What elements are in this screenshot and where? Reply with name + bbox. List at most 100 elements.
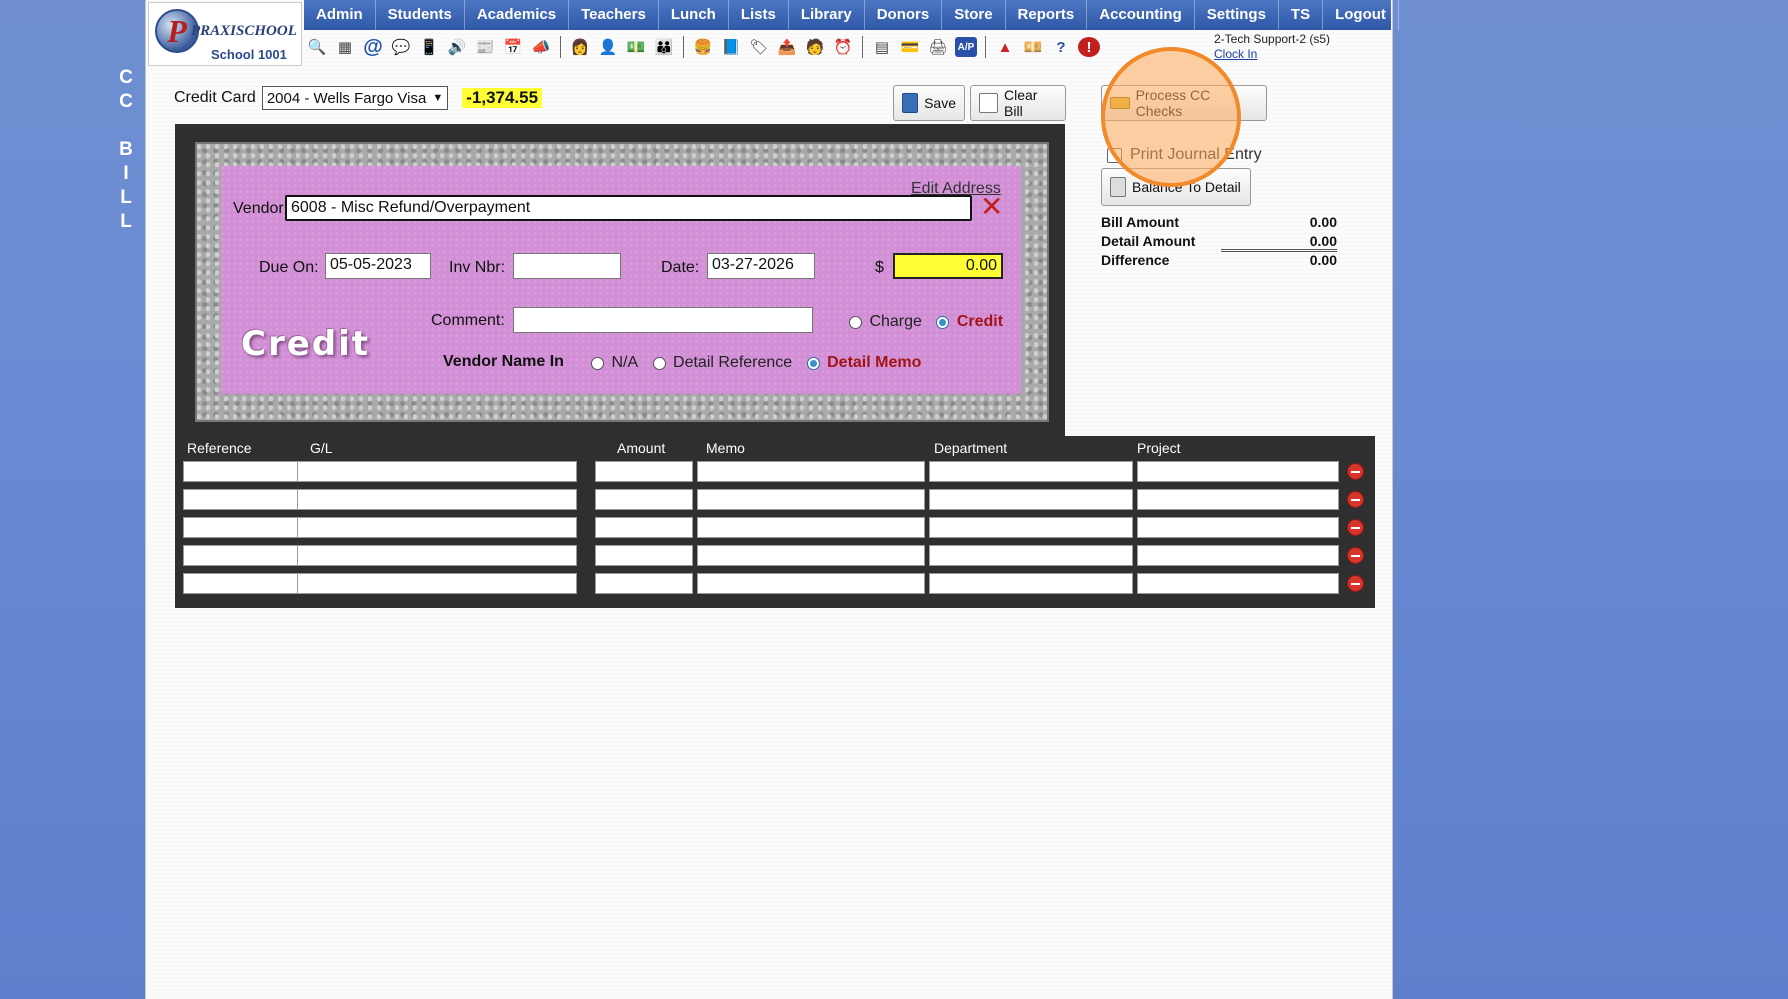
print-journal-checkbox[interactable] <box>1107 147 1122 163</box>
memo-cell[interactable] <box>697 573 925 594</box>
nav-lunch[interactable]: Lunch <box>659 0 729 30</box>
nav-academics[interactable]: Academics <box>465 0 570 30</box>
charge-radio[interactable] <box>849 315 862 329</box>
project-cell[interactable] <box>1137 545 1339 566</box>
process-cc-checks-button[interactable]: Process CC Checks <box>1101 85 1267 121</box>
nav-lists[interactable]: Lists <box>729 0 789 30</box>
reference-cell[interactable] <box>183 461 307 482</box>
search-icon[interactable]: 🔍 <box>306 37 328 57</box>
nav-teachers[interactable]: Teachers <box>569 0 659 30</box>
speaker-icon[interactable]: 🔊 <box>446 37 468 57</box>
gl-cell[interactable] <box>297 517 577 538</box>
chat-icon[interactable]: 💬 <box>390 37 412 57</box>
help-icon[interactable]: ? <box>1050 37 1072 57</box>
clock-in-link[interactable]: Clock In <box>1214 47 1330 61</box>
memo-cell[interactable] <box>697 517 925 538</box>
memo-cell[interactable] <box>697 461 925 482</box>
pdf-icon[interactable]: ▲ <box>994 37 1016 57</box>
memo-cell[interactable] <box>697 489 925 510</box>
project-cell[interactable] <box>1137 517 1339 538</box>
gl-cell[interactable] <box>297 545 577 566</box>
remove-row-icon[interactable] <box>1347 491 1364 508</box>
praxischool-logo[interactable]: P PRAXISCHOOL School 1001 <box>148 2 302 66</box>
amount-cell[interactable] <box>595 461 693 482</box>
nav-ts[interactable]: TS <box>1279 0 1324 30</box>
project-cell[interactable] <box>1137 489 1339 510</box>
reference-cell[interactable] <box>183 573 307 594</box>
email-icon[interactable]: @ <box>362 36 384 58</box>
nav-logout[interactable]: Logout <box>1323 0 1399 30</box>
nav-settings[interactable]: Settings <box>1195 0 1279 30</box>
nav-donors[interactable]: Donors <box>865 0 943 30</box>
nav-admin[interactable]: Admin <box>304 0 376 30</box>
comment-input[interactable] <box>513 307 813 333</box>
phone-icon[interactable]: 📱 <box>418 37 440 57</box>
col-reference: Reference <box>187 440 252 456</box>
grid-icon[interactable]: ▤ <box>871 37 893 57</box>
transfer-icon[interactable]: 📤 <box>776 37 798 57</box>
tag-icon[interactable]: 🏷 <box>748 37 770 57</box>
amount-input[interactable]: 0.00 <box>893 253 1003 279</box>
food-icon[interactable]: 🍔 <box>692 37 714 57</box>
reference-cell[interactable] <box>183 545 307 566</box>
amount-cell[interactable] <box>595 489 693 510</box>
amount-cell[interactable] <box>595 573 693 594</box>
print-journal-label: Print Journal Entry <box>1130 146 1262 163</box>
parents-icon[interactable]: 👪 <box>653 37 675 57</box>
teacher-icon[interactable]: 👩 <box>569 37 591 57</box>
power-icon[interactable]: ! <box>1078 37 1100 57</box>
clear-bill-button[interactable]: Clear Bill <box>970 85 1066 121</box>
department-cell[interactable] <box>929 517 1133 538</box>
department-cell[interactable] <box>929 545 1133 566</box>
printer-icon[interactable]: 🖨 <box>927 37 949 57</box>
due-on-input[interactable]: 05-05-2023 <box>325 253 431 279</box>
remove-vendor-icon[interactable]: ✕ <box>980 190 1003 223</box>
memo-cell[interactable] <box>697 545 925 566</box>
project-cell[interactable] <box>1137 461 1339 482</box>
remove-row-icon[interactable] <box>1347 519 1364 536</box>
money-icon[interactable]: 💵 <box>625 37 647 57</box>
gl-cell[interactable] <box>297 489 577 510</box>
department-cell[interactable] <box>929 489 1133 510</box>
bill-summary: Bill Amount 0.00 Detail Amount 0.00 Diff… <box>1101 214 1337 271</box>
newsletter-icon[interactable]: 📰 <box>474 37 496 57</box>
nav-library[interactable]: Library <box>789 0 865 30</box>
megaphone-icon[interactable]: 📣 <box>530 37 552 57</box>
calendar-icon[interactable]: ▦ <box>334 37 356 57</box>
clock-icon[interactable]: ⏰ <box>832 37 854 57</box>
nav-reports[interactable]: Reports <box>1006 0 1088 30</box>
balance-to-detail-button[interactable]: Balance To Detail <box>1101 168 1251 206</box>
credit-card-select[interactable]: 2004 - Wells Fargo Visa ▼ <box>261 86 449 110</box>
credit-radio[interactable] <box>936 315 950 329</box>
book-icon[interactable]: 📘 <box>720 37 742 57</box>
inv-nbr-input[interactable] <box>513 253 621 279</box>
detail-reference-radio[interactable] <box>652 356 666 370</box>
amount-cell[interactable] <box>595 545 693 566</box>
planner-icon[interactable]: 📅 <box>502 37 524 57</box>
reference-cell[interactable] <box>183 517 307 538</box>
nav-accounting[interactable]: Accounting <box>1087 0 1195 30</box>
nav-store[interactable]: Store <box>942 0 1006 30</box>
gl-cell[interactable] <box>297 461 577 482</box>
nav-students[interactable]: Students <box>376 0 465 30</box>
vendor-input[interactable]: 6008 - Misc Refund/Overpayment <box>285 195 972 221</box>
department-cell[interactable] <box>929 573 1133 594</box>
remove-row-icon[interactable] <box>1347 575 1364 592</box>
card-icon[interactable]: 💳 <box>899 37 921 57</box>
date-input[interactable]: 03-27-2026 <box>707 253 815 279</box>
ap-icon[interactable]: A/P <box>955 37 977 57</box>
staff-icon[interactable]: 👤 <box>597 37 619 57</box>
vendor-name-in-label: Vendor Name In <box>443 353 564 370</box>
reference-cell[interactable] <box>183 489 307 510</box>
amount-cell[interactable] <box>595 517 693 538</box>
remove-row-icon[interactable] <box>1347 547 1364 564</box>
na-radio[interactable] <box>591 356 604 370</box>
gl-cell[interactable] <box>297 573 577 594</box>
cash-icon[interactable]: 💴 <box>1022 37 1044 57</box>
person-icon[interactable]: 🧑 <box>804 37 826 57</box>
department-cell[interactable] <box>929 461 1133 482</box>
project-cell[interactable] <box>1137 573 1339 594</box>
detail-memo-radio[interactable] <box>806 356 820 370</box>
save-button[interactable]: Save <box>893 85 965 121</box>
remove-row-icon[interactable] <box>1347 463 1364 480</box>
